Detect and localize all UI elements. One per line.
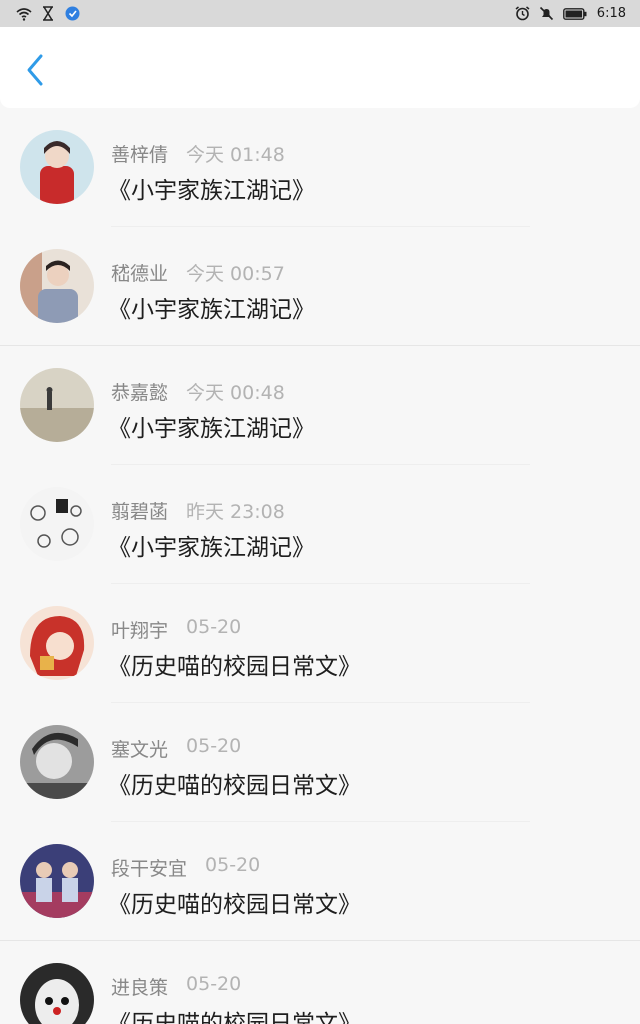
book-title[interactable]: 《小宇家族江湖记》	[108, 290, 315, 324]
list-item[interactable]: 进良策 05-20 《历史喵的校园日常文》	[0, 941, 640, 1024]
user-name[interactable]: 叶翔宇	[111, 616, 168, 643]
user-name[interactable]: 嵇德业	[111, 259, 168, 286]
user-name[interactable]: 善梓倩	[111, 140, 168, 167]
item-meta: 嵇德业 今天 00:57	[111, 259, 285, 286]
item-meta: 进良策 05-20	[111, 973, 241, 1000]
avatar[interactable]	[20, 249, 94, 323]
list-item[interactable]: 善梓倩 今天 01:48 《小宇家族江湖记》	[0, 108, 640, 227]
avatar[interactable]	[20, 844, 94, 918]
timestamp: 今天 01:48	[186, 144, 285, 166]
item-meta: 段干安宜 05-20	[111, 854, 260, 881]
user-name[interactable]: 进良策	[111, 973, 168, 1000]
chevron-left-icon	[25, 53, 45, 91]
alarm-icon	[515, 6, 531, 22]
timestamp: 05-20	[186, 616, 242, 638]
book-title[interactable]: 《历史喵的校园日常文》	[108, 885, 361, 919]
timestamp: 05-20	[186, 735, 242, 757]
book-title[interactable]: 《历史喵的校园日常文》	[108, 647, 361, 681]
user-name[interactable]: 塞文光	[111, 735, 168, 762]
user-name[interactable]: 翦碧菡	[111, 497, 168, 524]
avatar[interactable]	[20, 368, 94, 442]
item-meta: 塞文光 05-20	[111, 735, 241, 762]
timestamp: 今天 00:48	[186, 382, 285, 404]
battery-icon	[562, 6, 587, 22]
status-left	[16, 6, 80, 22]
status-bar: 6:18	[0, 0, 640, 27]
book-title[interactable]: 《历史喵的校园日常文》	[108, 1004, 361, 1024]
item-meta: 善梓倩 今天 01:48	[111, 140, 285, 167]
avatar[interactable]	[20, 725, 94, 799]
book-title[interactable]: 《小宇家族江湖记》	[108, 409, 315, 443]
wifi-icon	[16, 6, 32, 22]
user-name[interactable]: 恭嘉懿	[111, 378, 168, 405]
list-item[interactable]: 叶翔宇 05-20 《历史喵的校园日常文》	[0, 584, 640, 703]
avatar[interactable]	[20, 963, 94, 1024]
list-item[interactable]: 塞文光 05-20 《历史喵的校园日常文》	[0, 703, 640, 822]
status-right: 6:18	[515, 6, 626, 22]
list-item[interactable]: 嵇德业 今天 00:57 《小宇家族江湖记》	[0, 227, 640, 346]
list-item[interactable]: 恭嘉懿 今天 00:48 《小宇家族江湖记》	[0, 346, 640, 465]
book-title[interactable]: 《小宇家族江湖记》	[108, 528, 315, 562]
book-title[interactable]: 《历史喵的校园日常文》	[108, 766, 361, 800]
item-meta: 恭嘉懿 今天 00:48	[111, 378, 285, 405]
avatar[interactable]	[20, 487, 94, 561]
header	[0, 27, 640, 108]
timestamp: 05-20	[205, 854, 261, 876]
list-item[interactable]: 段干安宜 05-20 《历史喵的校园日常文》	[0, 822, 640, 941]
list-item[interactable]: 翦碧菡 昨天 23:08 《小宇家族江湖记》	[0, 465, 640, 584]
timestamp: 05-20	[186, 973, 242, 995]
app-badge-icon	[64, 6, 80, 22]
avatar[interactable]	[20, 130, 94, 204]
timestamp: 昨天 23:08	[186, 501, 285, 523]
book-title[interactable]: 《小宇家族江湖记》	[108, 171, 315, 205]
status-time: 6:18	[596, 6, 626, 21]
user-name[interactable]: 段干安宜	[111, 854, 187, 881]
back-button[interactable]	[20, 53, 50, 91]
mute-icon	[539, 6, 555, 22]
hourglass-icon	[40, 6, 56, 22]
reader-list: 善梓倩 今天 01:48 《小宇家族江湖记》 嵇德业 今天 00:57 《小宇家…	[0, 108, 640, 1024]
item-meta: 翦碧菡 昨天 23:08	[111, 497, 285, 524]
avatar[interactable]	[20, 606, 94, 680]
timestamp: 今天 00:57	[186, 263, 285, 285]
item-meta: 叶翔宇 05-20	[111, 616, 241, 643]
